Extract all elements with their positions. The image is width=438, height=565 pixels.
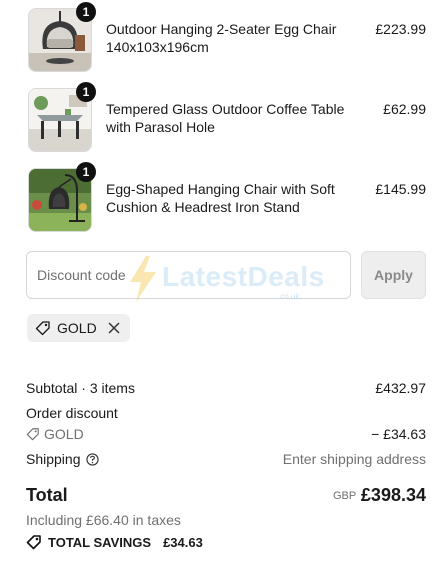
order-discount-label: Order discount — [26, 405, 118, 421]
tag-icon — [35, 321, 50, 336]
order-discount-row: Order discount — [26, 405, 426, 421]
quantity-badge: 1 — [76, 162, 96, 182]
shipping-row: Shipping Enter shipping address — [26, 451, 426, 467]
discount-code-row: GOLD − £34.63 — [26, 426, 426, 444]
applied-code-label: GOLD — [57, 320, 97, 336]
tag-icon — [26, 428, 39, 441]
quantity-badge: 1 — [76, 82, 96, 102]
quantity-badge: 1 — [76, 2, 96, 22]
total-amount: £398.34 — [360, 485, 426, 505]
help-icon[interactable] — [85, 452, 99, 466]
cart-item: 1 Tempered Glass Outdoor Coffee Table wi… — [28, 82, 426, 152]
item-name: Tempered Glass Outdoor Coffee Table with… — [106, 101, 345, 135]
item-price: £145.99 — [375, 181, 426, 197]
apply-discount-button[interactable]: Apply — [361, 251, 426, 299]
total-label: Total — [26, 485, 68, 505]
taxes-note: Including £66.40 in taxes — [26, 512, 181, 528]
tag-icon — [26, 535, 41, 550]
cart-item: 1 Egg-Shaped Hanging Chair with Soft Cus… — [28, 162, 426, 232]
shipping-label-group: Shipping — [26, 451, 99, 467]
item-price: £62.99 — [383, 101, 426, 117]
item-name: Egg-Shaped Hanging Chair with Soft Cushi… — [106, 181, 335, 215]
discount-code-name: GOLD — [44, 426, 84, 442]
discount-code-detail: GOLD — [26, 426, 84, 442]
currency-code: GBP — [333, 490, 357, 502]
total-savings-value: £34.63 — [163, 534, 203, 550]
shipping-value: Enter shipping address — [282, 451, 426, 467]
item-price: £223.99 — [375, 21, 426, 37]
discount-value: − £34.63 — [371, 426, 426, 442]
subtotal-value: £432.97 — [375, 380, 426, 396]
total-savings: TOTAL SAVINGS £34.63 — [26, 534, 203, 550]
cart-item: 1 Outdoor Hanging 2-Seater Egg Chair 140… — [28, 2, 426, 72]
subtotal-label: Subtotal · 3 items — [26, 380, 135, 396]
discount-code-input[interactable] — [26, 251, 351, 299]
total-savings-label: TOTAL SAVINGS — [48, 534, 152, 550]
shipping-label: Shipping — [26, 451, 81, 467]
subtotal-row: Subtotal · 3 items £432.97 — [26, 380, 426, 396]
applied-discount-tag: GOLD — [27, 314, 130, 342]
item-name: Outdoor Hanging 2-Seater Egg Chair 140x1… — [106, 21, 337, 55]
close-icon[interactable] — [107, 321, 121, 335]
